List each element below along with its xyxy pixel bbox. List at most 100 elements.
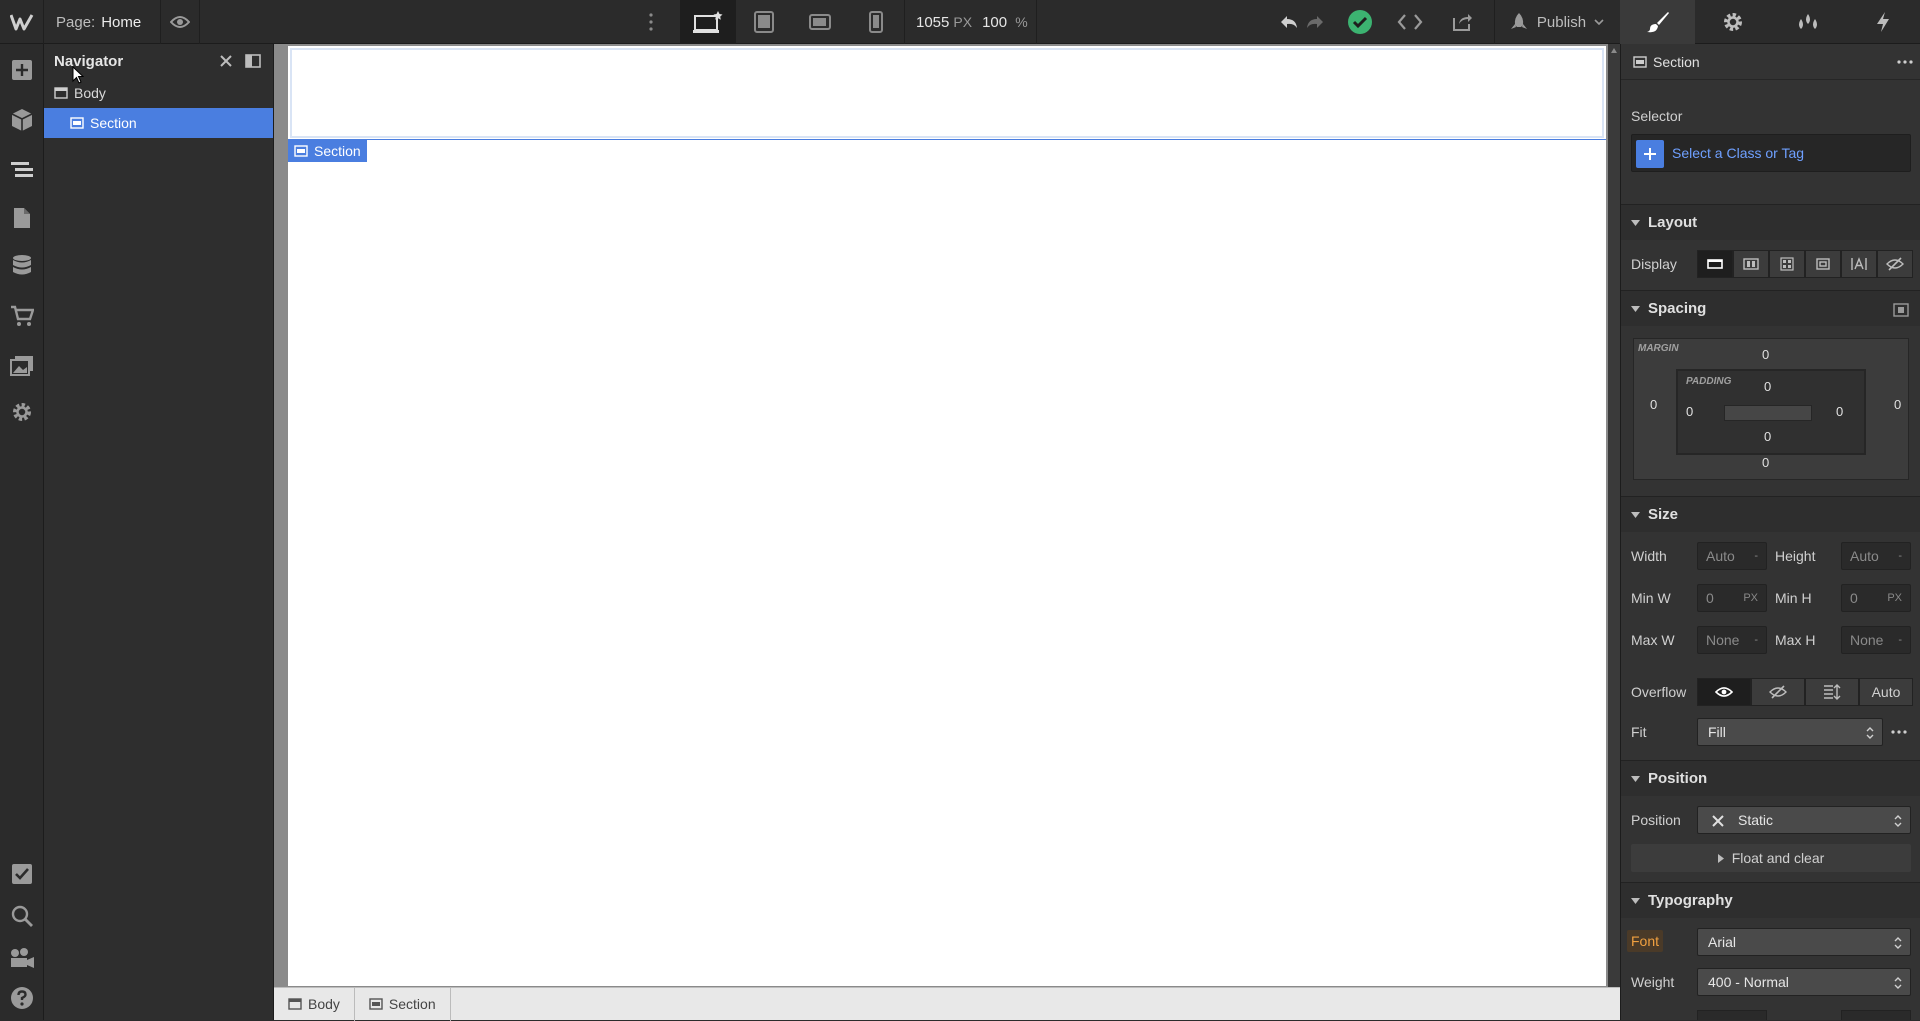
height-value: Auto bbox=[1850, 548, 1879, 564]
close-icon[interactable] bbox=[219, 54, 233, 68]
desktop-breakpoint-icon[interactable] bbox=[680, 0, 736, 44]
min-width-label: Min W bbox=[1631, 590, 1671, 606]
position-section-header[interactable]: Position bbox=[1621, 760, 1920, 796]
display-inline-icon[interactable] bbox=[1841, 250, 1877, 278]
margin-right-value[interactable]: 0 bbox=[1894, 397, 1901, 412]
section-element[interactable] bbox=[290, 48, 1604, 138]
audit-checkbox-icon[interactable] bbox=[0, 852, 44, 896]
caret-down-icon bbox=[1631, 305, 1640, 312]
selector-input[interactable]: Select a Class or Tag bbox=[1631, 134, 1911, 172]
undo-icon[interactable] bbox=[1276, 0, 1302, 44]
assets-images-icon[interactable] bbox=[0, 344, 44, 388]
symbols-box-icon[interactable] bbox=[0, 98, 44, 142]
overflow-hidden-icon[interactable] bbox=[1751, 678, 1805, 706]
dock-panel-icon[interactable] bbox=[245, 54, 261, 68]
min-width-input[interactable]: 0 PX bbox=[1697, 584, 1767, 612]
spacing-section-header[interactable]: Spacing bbox=[1621, 290, 1920, 326]
add-panel-icon[interactable] bbox=[0, 48, 44, 92]
font-select[interactable]: Arial bbox=[1697, 928, 1911, 956]
export-icon[interactable] bbox=[1442, 0, 1482, 44]
height-input[interactable]: Auto - bbox=[1841, 542, 1911, 570]
selected-tag-label: Section bbox=[314, 143, 361, 159]
width-unit: PX bbox=[953, 13, 973, 30]
settings-gear-icon[interactable] bbox=[1695, 0, 1770, 44]
canvas-scrollbar[interactable] bbox=[1608, 44, 1620, 987]
navigator-item-section[interactable]: Section bbox=[44, 108, 273, 138]
cms-database-icon[interactable] bbox=[0, 244, 44, 288]
display-flex-icon[interactable] bbox=[1733, 250, 1769, 278]
redo-icon[interactable] bbox=[1302, 0, 1328, 44]
more-horizontal-icon[interactable] bbox=[1891, 730, 1907, 734]
panel-tabs bbox=[1620, 0, 1920, 44]
padding-label: PADDING bbox=[1686, 376, 1732, 387]
selection-outline bbox=[288, 139, 1606, 140]
size-section-header[interactable]: Size bbox=[1621, 496, 1920, 532]
more-vertical-icon[interactable] bbox=[640, 0, 662, 44]
check-circle-icon[interactable] bbox=[1340, 0, 1380, 44]
navigator-icon[interactable] bbox=[0, 148, 44, 192]
overflow-auto-option[interactable]: Auto bbox=[1859, 678, 1913, 706]
weight-select[interactable]: 400 - Normal bbox=[1697, 968, 1911, 996]
display-block-icon[interactable] bbox=[1697, 250, 1733, 278]
publish-button[interactable]: Publish bbox=[1494, 0, 1618, 44]
search-icon[interactable] bbox=[0, 894, 44, 938]
position-label: Position bbox=[1631, 812, 1681, 828]
breadcrumb-item-section[interactable]: Section bbox=[355, 987, 451, 1021]
padding-top-value[interactable]: 0 bbox=[1764, 379, 1771, 394]
page-canvas[interactable]: Section bbox=[288, 46, 1606, 986]
section-element-icon bbox=[1633, 56, 1647, 68]
body-element-icon bbox=[288, 998, 302, 1010]
section-element-icon bbox=[294, 145, 308, 157]
display-none-icon[interactable] bbox=[1877, 250, 1913, 278]
font-size-input-partial[interactable] bbox=[1697, 1010, 1767, 1020]
section-element-icon bbox=[369, 998, 383, 1010]
breadcrumb-item-body[interactable]: Body bbox=[274, 987, 355, 1021]
more-horizontal-icon[interactable] bbox=[1897, 60, 1913, 64]
max-height-input[interactable]: None - bbox=[1841, 626, 1911, 654]
add-class-plus-icon bbox=[1636, 140, 1664, 168]
ecommerce-cart-icon[interactable] bbox=[0, 294, 44, 338]
max-width-label: Max W bbox=[1631, 632, 1675, 648]
typography-section-header[interactable]: Typography bbox=[1621, 882, 1920, 918]
settings-gear-icon[interactable] bbox=[0, 390, 44, 434]
interactions-bolt-icon[interactable] bbox=[1845, 0, 1920, 44]
fit-select[interactable]: Fill bbox=[1697, 718, 1883, 746]
canvas-zoom-readout: 100 % bbox=[982, 14, 1028, 31]
video-tutorials-icon[interactable] bbox=[0, 936, 44, 980]
webflow-logo-icon[interactable] bbox=[0, 0, 44, 44]
min-height-input[interactable]: 0 PX bbox=[1841, 584, 1911, 612]
display-inline-block-icon[interactable] bbox=[1805, 250, 1841, 278]
selected-element-tag[interactable]: Section bbox=[288, 140, 367, 162]
float-and-clear-toggle[interactable]: Float and clear bbox=[1631, 844, 1911, 872]
preview-eye-icon[interactable] bbox=[160, 0, 200, 44]
line-height-input-partial[interactable] bbox=[1841, 1010, 1911, 1020]
layout-section-header[interactable]: Layout bbox=[1621, 204, 1920, 240]
help-question-icon[interactable] bbox=[0, 976, 44, 1020]
max-width-input[interactable]: None - bbox=[1697, 626, 1767, 654]
width-label: Width bbox=[1631, 548, 1667, 564]
padding-right-value[interactable]: 0 bbox=[1836, 404, 1843, 419]
style-brush-icon[interactable] bbox=[1620, 0, 1695, 44]
overflow-visible-eye-icon[interactable] bbox=[1697, 678, 1751, 706]
margin-top-value[interactable]: 0 bbox=[1762, 347, 1769, 362]
spacing-expand-icon[interactable] bbox=[1893, 303, 1909, 317]
position-select[interactable]: Static bbox=[1697, 806, 1911, 834]
width-unit: - bbox=[1754, 550, 1758, 562]
overflow-scroll-icon[interactable] bbox=[1805, 678, 1859, 706]
margin-bottom-value[interactable]: 0 bbox=[1762, 455, 1769, 470]
layout-title: Layout bbox=[1648, 214, 1698, 231]
pages-icon[interactable] bbox=[0, 196, 44, 240]
style-manager-drops-icon[interactable] bbox=[1770, 0, 1845, 44]
tablet-breakpoint-icon[interactable] bbox=[736, 0, 792, 44]
page-selector[interactable]: Page: Home bbox=[56, 0, 141, 44]
width-input[interactable]: Auto - bbox=[1697, 542, 1767, 570]
design-canvas: Section bbox=[274, 44, 1620, 987]
zoom-value: 100 bbox=[982, 13, 1008, 31]
margin-left-value[interactable]: 0 bbox=[1650, 397, 1657, 412]
code-icon[interactable] bbox=[1390, 0, 1430, 44]
display-grid-icon[interactable] bbox=[1769, 250, 1805, 278]
padding-bottom-value[interactable]: 0 bbox=[1764, 429, 1771, 444]
mobile-portrait-breakpoint-icon[interactable] bbox=[848, 0, 904, 44]
mobile-landscape-breakpoint-icon[interactable] bbox=[792, 0, 848, 44]
padding-left-value[interactable]: 0 bbox=[1686, 404, 1693, 419]
